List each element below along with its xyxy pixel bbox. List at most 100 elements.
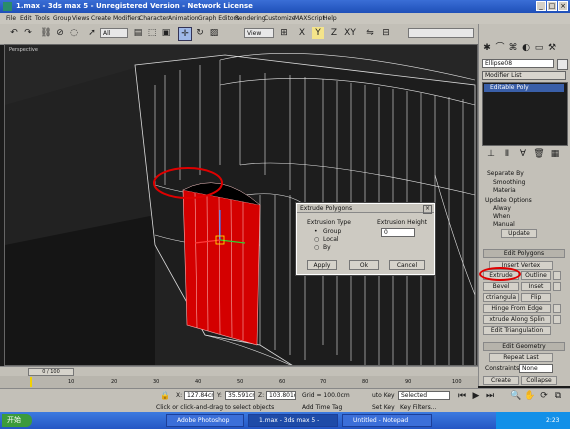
redo-icon[interactable]: ↷: [22, 27, 34, 39]
extrude-spline-settings-button[interactable]: [553, 315, 561, 324]
edit-triangulation-button[interactable]: Edit Triangulation: [483, 326, 551, 335]
menu-help[interactable]: Help: [323, 15, 337, 22]
set-key-button[interactable]: Set Key: [372, 404, 395, 411]
hinge-from-edge-button[interactable]: Hinge From Edge: [483, 304, 551, 313]
lock-selection-icon[interactable]: 🔒: [160, 391, 170, 400]
utilities-tab-icon[interactable]: ⚒: [546, 42, 558, 54]
rotate-icon[interactable]: ↻: [194, 27, 206, 39]
display-tab-icon[interactable]: ▭: [533, 42, 545, 54]
x-coordinate-field[interactable]: 127.84cn: [184, 391, 214, 400]
y-coordinate-field[interactable]: 35.591cn: [225, 391, 255, 400]
menu-animation[interactable]: Animation: [168, 15, 199, 22]
configure-sets-icon[interactable]: ▦: [549, 148, 561, 160]
z-coordinate-field[interactable]: 103.801c: [266, 391, 296, 400]
outline-button[interactable]: Outline: [521, 271, 551, 280]
radio-group-icon[interactable]: •: [314, 228, 318, 235]
pin-stack-icon[interactable]: ⊥: [485, 148, 497, 160]
axis-y-icon[interactable]: Y: [312, 27, 324, 39]
menu-customize[interactable]: Customize: [264, 15, 296, 22]
close-button[interactable]: ×: [558, 1, 568, 11]
bind-space-warp-icon[interactable]: ◌: [68, 27, 80, 39]
option-local[interactable]: Local: [323, 236, 339, 243]
smoothing-checkbox[interactable]: Smoothing: [493, 179, 525, 186]
start-button[interactable]: 开始: [2, 414, 32, 427]
viewport-label[interactable]: Perspective: [9, 47, 38, 53]
inset-settings-button[interactable]: [553, 282, 561, 291]
edit-polygons-rollout[interactable]: Edit Polygons: [483, 249, 565, 258]
maximize-button[interactable]: □: [547, 1, 557, 11]
time-slider-handle[interactable]: 0 / 100: [28, 368, 74, 376]
selection-filter-dropdown[interactable]: All: [100, 28, 128, 38]
align-icon[interactable]: ⊟: [380, 27, 392, 39]
create-button[interactable]: Create: [483, 376, 519, 385]
auto-key-button[interactable]: uto Key: [372, 392, 395, 399]
axis-z-icon[interactable]: Z: [328, 27, 340, 39]
undo-icon[interactable]: ↶: [8, 27, 20, 39]
menu-file[interactable]: File: [6, 15, 16, 22]
apply-button[interactable]: Apply: [307, 260, 337, 270]
zoom-icon[interactable]: 🔍: [510, 390, 522, 402]
menu-modifiers[interactable]: Modifiers: [113, 15, 140, 22]
cancel-button[interactable]: Cancel: [389, 260, 425, 270]
radio-local-icon[interactable]: ○: [314, 236, 319, 243]
hierarchy-tab-icon[interactable]: ⌘: [507, 42, 519, 54]
named-selection-field[interactable]: [408, 28, 474, 38]
go-to-end-icon[interactable]: ⏭: [484, 390, 496, 402]
axis-x-icon[interactable]: X: [296, 27, 308, 39]
pivot-center-icon[interactable]: ⊞: [278, 27, 290, 39]
create-tab-icon[interactable]: ✱: [481, 42, 493, 54]
retriangulate-button[interactable]: ctriangula: [483, 293, 519, 302]
remove-modifier-icon[interactable]: 🗑: [533, 148, 545, 160]
menu-create[interactable]: Create: [91, 15, 111, 22]
pan-icon[interactable]: ✋: [524, 390, 536, 402]
flip-button[interactable]: Flip: [521, 293, 551, 302]
motion-tab-icon[interactable]: ◐: [520, 42, 532, 54]
modify-tab-icon[interactable]: ⌒: [494, 42, 506, 54]
reference-coordinate-dropdown[interactable]: View: [244, 28, 274, 38]
repeat-last-button[interactable]: Repeat Last: [489, 353, 553, 362]
inset-button[interactable]: Inset: [521, 282, 551, 291]
show-end-result-icon[interactable]: Ⅱ: [501, 148, 513, 160]
edit-geometry-rollout[interactable]: Edit Geometry: [483, 342, 565, 351]
extrusion-height-spinner[interactable]: 0: [381, 228, 415, 237]
extruded-polygons[interactable]: [182, 182, 261, 346]
menu-maxscript[interactable]: MAXScript: [294, 15, 325, 22]
constraints-dropdown[interactable]: None: [519, 364, 553, 373]
object-name-field[interactable]: Ellipse08: [482, 59, 554, 68]
ok-button[interactable]: Ok: [349, 260, 379, 270]
make-unique-icon[interactable]: ∀: [517, 148, 529, 160]
radio-always[interactable]: Alway: [493, 205, 511, 212]
window-crossing-icon[interactable]: ▣: [160, 27, 172, 39]
select-by-name-icon[interactable]: ▤: [132, 27, 144, 39]
menu-rendering[interactable]: Rendering: [235, 15, 266, 22]
outline-settings-button[interactable]: [553, 271, 561, 280]
radio-by-icon[interactable]: ○: [314, 244, 319, 251]
maximize-viewport-icon[interactable]: ⧉: [552, 390, 564, 402]
menu-views[interactable]: Views: [72, 15, 89, 22]
object-color-swatch[interactable]: [557, 59, 568, 70]
unlink-icon[interactable]: ⊘: [54, 27, 66, 39]
menu-graph-editors[interactable]: Graph Editors: [198, 15, 239, 22]
dialog-close-button[interactable]: ×: [423, 205, 432, 214]
arc-rotate-icon[interactable]: ⟳: [538, 390, 550, 402]
radio-when[interactable]: When: [493, 213, 510, 220]
key-selection-dropdown[interactable]: Selected: [398, 391, 450, 400]
mirror-icon[interactable]: ⇋: [364, 27, 376, 39]
taskbar-3dsmax[interactable]: 1.max - 3ds max 5 -: [248, 414, 338, 427]
scale-icon[interactable]: ▨: [208, 27, 220, 39]
modifier-list-dropdown[interactable]: Modifier List: [482, 71, 566, 80]
bevel-button[interactable]: Bevel: [483, 282, 519, 291]
add-time-tag[interactable]: Add Time Tag: [302, 404, 342, 411]
link-icon[interactable]: ⛓: [40, 27, 52, 39]
stack-item-editable-poly[interactable]: Editable Poly: [484, 84, 564, 92]
taskbar-notepad[interactable]: Untitled - Notepad: [342, 414, 432, 427]
track-bar[interactable]: 10 20 30 40 50 60 70 80 90 100: [0, 376, 478, 388]
menu-group[interactable]: Group: [53, 15, 71, 22]
axis-xy-icon[interactable]: XY: [344, 27, 356, 39]
select-object-icon[interactable]: ➚: [86, 27, 98, 39]
key-filters-button[interactable]: Key Filters...: [400, 404, 437, 411]
move-icon[interactable]: ✛: [178, 27, 192, 41]
play-icon[interactable]: ▶: [470, 390, 482, 402]
extrude-along-spline-button[interactable]: xtrude Along Splin: [483, 315, 551, 324]
minimize-button[interactable]: _: [536, 1, 546, 11]
